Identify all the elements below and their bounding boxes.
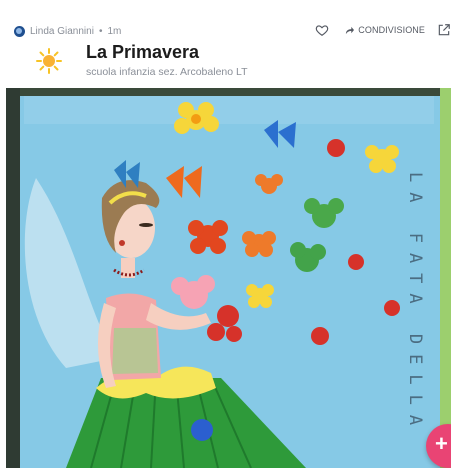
- post-actions: CONDIVISIONE: [315, 22, 451, 38]
- open-external-icon[interactable]: [437, 23, 451, 37]
- author-name[interactable]: Linda Giannini: [30, 26, 94, 37]
- share-button[interactable]: CONDIVISIONE: [345, 25, 425, 35]
- share-label: CONDIVISIONE: [358, 25, 425, 35]
- post-photo[interactable]: LA FATA DELLA: [6, 88, 451, 468]
- sun-icon: [36, 48, 62, 74]
- avatar[interactable]: [14, 25, 25, 37]
- post-subtitle: scuola infanzia sez. Arcobaleno LT: [86, 66, 248, 78]
- heart-icon[interactable]: [315, 23, 329, 37]
- post-header: Linda Giannini • 1m CONDIVISIONE La Prim…: [6, 10, 451, 88]
- post-title: La Primavera: [86, 42, 200, 62]
- post-meta: Linda Giannini • 1m: [14, 24, 121, 38]
- padlet-post-card[interactable]: Linda Giannini • 1m CONDIVISIONE La Prim…: [6, 10, 451, 468]
- share-arrow-icon: [346, 26, 355, 34]
- plus-icon: +: [435, 431, 448, 456]
- post-time: 1m: [107, 25, 122, 37]
- meta-separator: •: [98, 25, 103, 37]
- handwritten-text: LA FATA DELLA: [405, 172, 425, 435]
